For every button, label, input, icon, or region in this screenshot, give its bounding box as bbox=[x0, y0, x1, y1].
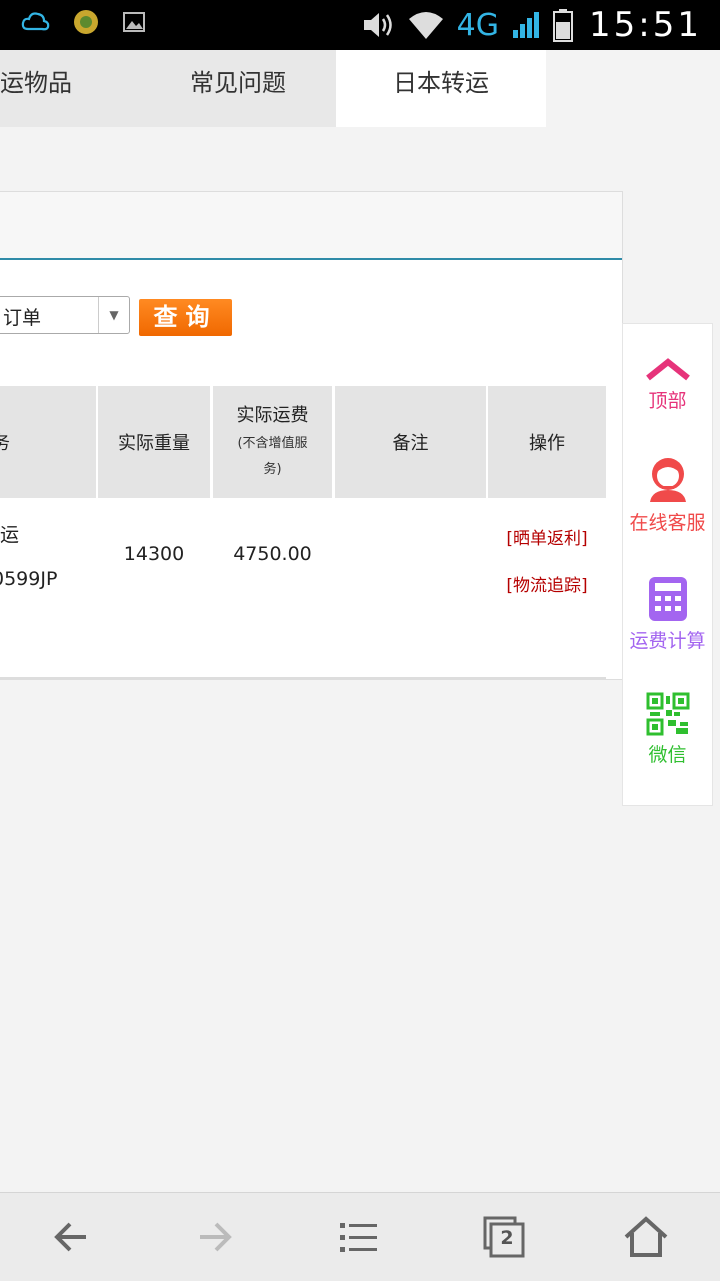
weight-value: 14300 bbox=[123, 543, 185, 565]
cell-fee: 4750.00 bbox=[213, 467, 332, 642]
volume-icon bbox=[363, 13, 392, 37]
calculator-icon bbox=[648, 577, 687, 621]
image-icon bbox=[123, 12, 145, 32]
float-label: 顶部 bbox=[648, 390, 687, 412]
battery-icon bbox=[553, 9, 574, 42]
back-to-top-button[interactable]: 顶部 bbox=[623, 356, 712, 413]
app-icon bbox=[74, 10, 98, 34]
online-service-button[interactable]: 在线客服 bbox=[623, 456, 712, 535]
browser-bottom-nav: 2 bbox=[0, 1192, 720, 1281]
select-value: 订单 bbox=[3, 307, 42, 329]
cell-weight: 14300 bbox=[98, 467, 210, 642]
menu-icon[interactable] bbox=[334, 1215, 382, 1259]
status-bar: 4G 15:51 bbox=[0, 0, 720, 50]
float-sidebar: 顶部 在线客服 运费计算 微信 bbox=[622, 323, 713, 806]
cloud-icon bbox=[21, 12, 50, 31]
tab-bar: 禁运物品 常见问题 日本转运 bbox=[0, 50, 720, 127]
cell-actions: [晒单返利] [物流追踪] bbox=[488, 502, 606, 677]
cell-order-info: 运 0599JP bbox=[0, 502, 96, 677]
orders-panel: 订单 ▼ 查询 务 实际重量 实际运费 (不含增值服 务) 备注 操作 运 05… bbox=[0, 191, 623, 680]
signal-icon bbox=[513, 12, 540, 38]
fee-calculator-button[interactable]: 运费计算 bbox=[623, 576, 712, 653]
panel-header bbox=[0, 192, 622, 260]
divider bbox=[0, 677, 606, 679]
forward-icon[interactable] bbox=[190, 1215, 238, 1259]
tab-japan-forwarding[interactable]: 日本转运 bbox=[336, 50, 546, 127]
fee-value: 4750.00 bbox=[233, 543, 312, 565]
header-action: 操作 bbox=[488, 386, 606, 498]
cell-remark bbox=[335, 502, 486, 677]
order-type-select[interactable]: 订单 ▼ bbox=[0, 296, 130, 334]
share-rebate-link[interactable]: [晒单返利] bbox=[488, 524, 606, 549]
wechat-button[interactable]: 微信 bbox=[623, 692, 712, 767]
float-label: 运费计算 bbox=[629, 630, 706, 652]
tab-count: 2 bbox=[500, 1227, 514, 1249]
header-label: 实际运费 bbox=[236, 405, 309, 426]
header-label: 务 bbox=[0, 433, 10, 454]
chevron-down-icon: ▼ bbox=[98, 297, 129, 333]
customer-service-icon bbox=[649, 458, 686, 502]
order-type: 运 bbox=[0, 524, 20, 546]
header-label: 操作 bbox=[529, 433, 565, 454]
wifi-icon bbox=[408, 12, 443, 39]
header-status: 务 bbox=[0, 386, 96, 498]
float-label: 在线客服 bbox=[629, 512, 706, 534]
clock: 15:51 bbox=[589, 5, 702, 45]
qr-code-icon bbox=[646, 692, 689, 736]
tab-faq[interactable]: 常见问题 bbox=[140, 50, 336, 127]
header-remark: 备注 bbox=[335, 386, 486, 498]
tabs-button[interactable]: 2 bbox=[480, 1215, 528, 1259]
back-icon[interactable] bbox=[48, 1215, 96, 1259]
tracking-number: 0599JP bbox=[0, 568, 58, 590]
header-label: 实际重量 bbox=[118, 433, 190, 454]
float-label: 微信 bbox=[648, 744, 687, 766]
tab-label: 日本转运 bbox=[393, 69, 489, 97]
query-button[interactable]: 查询 bbox=[139, 299, 232, 336]
chevron-up-icon bbox=[645, 358, 690, 381]
header-note: (不含增值服 bbox=[237, 436, 308, 451]
tab-label: 常见问题 bbox=[190, 69, 286, 97]
tab-prohibited-items[interactable]: 禁运物品 bbox=[0, 50, 140, 127]
tab-label: 禁运物品 bbox=[0, 69, 72, 97]
tracking-link[interactable]: [物流追踪] bbox=[488, 571, 606, 596]
header-label: 备注 bbox=[392, 433, 429, 454]
network-type: 4G bbox=[456, 7, 500, 43]
home-icon[interactable] bbox=[622, 1215, 670, 1259]
